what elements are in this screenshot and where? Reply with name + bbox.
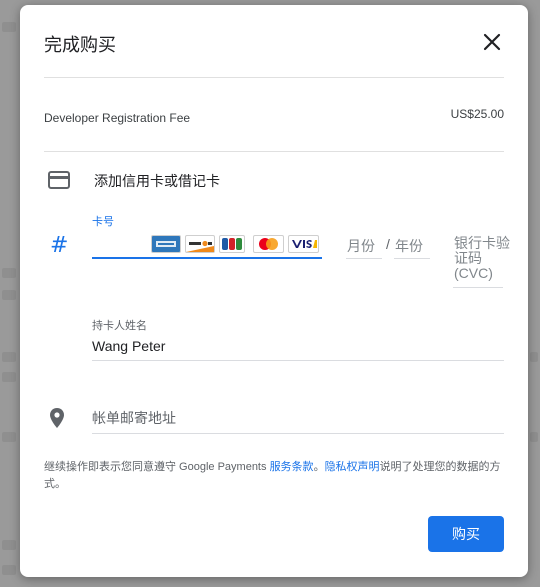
cardholder-name-underline bbox=[92, 360, 504, 361]
add-card-label: 添加信用卡或借记卡 bbox=[94, 173, 220, 189]
background-text-fragment bbox=[2, 372, 16, 382]
background-text-fragment bbox=[2, 432, 16, 442]
expiry-year-input[interactable]: 年份 bbox=[395, 236, 423, 256]
expiry-year-underline bbox=[394, 258, 430, 259]
cvc-input[interactable]: 银行卡验证码 (CVC) bbox=[454, 236, 510, 281]
background-text-fragment bbox=[2, 290, 16, 300]
order-divider bbox=[44, 151, 504, 152]
background-text-fragment bbox=[2, 22, 16, 32]
expiry-separator: / bbox=[386, 236, 390, 252]
cardholder-name-input[interactable]: Wang Peter bbox=[92, 338, 165, 354]
cvc-underline bbox=[453, 287, 503, 288]
order-item-price: US$25.00 bbox=[450, 107, 504, 121]
purchase-dialog: 完成购买 Developer Registration Fee US$25.00… bbox=[20, 5, 528, 577]
location-pin-icon bbox=[49, 407, 65, 429]
buy-button[interactable]: 购买 bbox=[428, 516, 504, 552]
credit-card-icon bbox=[48, 171, 70, 189]
privacy-notice-link[interactable]: 隐私权声明 bbox=[325, 461, 380, 473]
billing-address-underline bbox=[92, 433, 504, 434]
card-number-input[interactable] bbox=[92, 233, 152, 257]
background-text-fragment bbox=[2, 540, 16, 550]
order-item-name: Developer Registration Fee bbox=[44, 111, 191, 125]
expiry-month-input[interactable]: 月份 bbox=[347, 236, 375, 256]
card-number-label: 卡号 bbox=[92, 216, 114, 228]
amex-logo-icon bbox=[151, 235, 181, 253]
hash-icon: # bbox=[50, 233, 69, 258]
background-text-fragment bbox=[2, 268, 16, 278]
visa-logo-icon bbox=[288, 235, 319, 253]
billing-address-input[interactable]: 帐单邮寄地址 bbox=[92, 408, 176, 428]
mastercard-logo-icon bbox=[253, 235, 284, 253]
background-text-fragment bbox=[530, 352, 538, 362]
legal-separator: 。 bbox=[313, 461, 325, 473]
background-text-fragment bbox=[2, 565, 16, 575]
discover-logo-icon bbox=[185, 235, 215, 253]
background-text-fragment bbox=[530, 432, 538, 442]
dialog-title: 完成购买 bbox=[44, 35, 116, 55]
header-divider bbox=[44, 77, 504, 78]
expiry-month-underline bbox=[346, 258, 382, 259]
legal-notice: 继续操作即表示您同意遵守 Google Payments 服务条款。隐私权声明说… bbox=[44, 459, 504, 493]
cardholder-name-label: 持卡人姓名 bbox=[92, 320, 147, 332]
card-number-underline bbox=[92, 257, 322, 259]
background-text-fragment bbox=[2, 352, 16, 362]
close-icon[interactable] bbox=[478, 28, 506, 56]
jcb-logo-icon bbox=[219, 235, 245, 253]
terms-of-service-link[interactable]: 服务条款 bbox=[270, 461, 314, 473]
legal-prefix: 继续操作即表示您同意遵守 Google Payments bbox=[44, 461, 270, 473]
